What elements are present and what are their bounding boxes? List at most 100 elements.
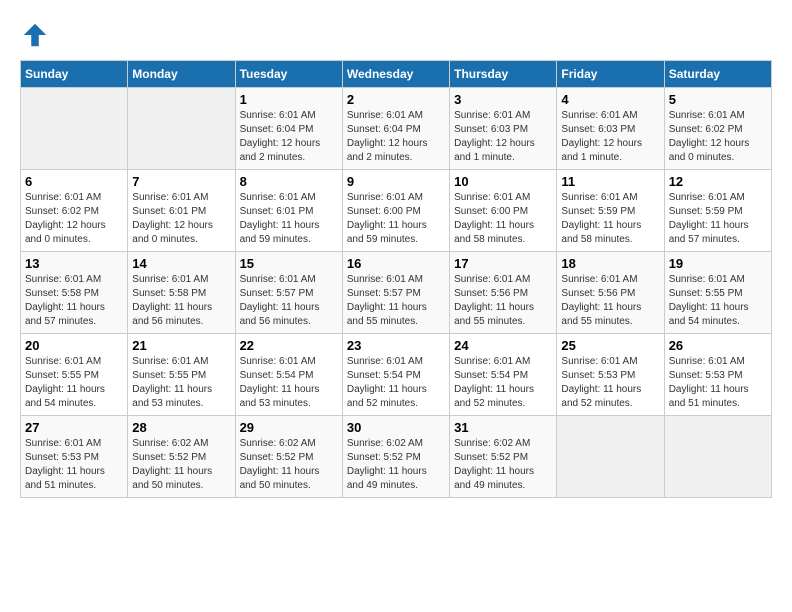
sunset: Sunset: 6:01 PM bbox=[132, 205, 230, 219]
sunrise: Sunrise: 6:01 AM bbox=[347, 191, 445, 205]
calendar-cell: 3 Sunrise: 6:01 AM Sunset: 6:03 PM Dayli… bbox=[450, 88, 557, 170]
day-number: 31 bbox=[454, 420, 552, 435]
sunset: Sunset: 5:56 PM bbox=[454, 287, 552, 301]
day-number: 30 bbox=[347, 420, 445, 435]
sunset: Sunset: 6:03 PM bbox=[454, 123, 552, 137]
day-info: Sunrise: 6:01 AM Sunset: 5:53 PM Dayligh… bbox=[561, 355, 659, 411]
sunset: Sunset: 6:03 PM bbox=[561, 123, 659, 137]
sunset: Sunset: 6:02 PM bbox=[25, 205, 123, 219]
day-info: Sunrise: 6:01 AM Sunset: 6:01 PM Dayligh… bbox=[240, 191, 338, 247]
day-number: 7 bbox=[132, 174, 230, 189]
sunrise: Sunrise: 6:01 AM bbox=[561, 273, 659, 287]
day-info: Sunrise: 6:01 AM Sunset: 5:53 PM Dayligh… bbox=[669, 355, 767, 411]
sunset: Sunset: 5:53 PM bbox=[561, 369, 659, 383]
sunset: Sunset: 6:00 PM bbox=[347, 205, 445, 219]
calendar-header: SundayMondayTuesdayWednesdayThursdayFrid… bbox=[21, 61, 772, 88]
day-info: Sunrise: 6:01 AM Sunset: 6:02 PM Dayligh… bbox=[669, 109, 767, 165]
sunrise: Sunrise: 6:02 AM bbox=[132, 437, 230, 451]
day-info: Sunrise: 6:01 AM Sunset: 6:03 PM Dayligh… bbox=[561, 109, 659, 165]
weekday-header: Tuesday bbox=[235, 61, 342, 88]
calendar-week: 1 Sunrise: 6:01 AM Sunset: 6:04 PM Dayli… bbox=[21, 88, 772, 170]
daylight: Daylight: 12 hours and 0 minutes. bbox=[132, 219, 230, 247]
sunset: Sunset: 5:57 PM bbox=[240, 287, 338, 301]
day-info: Sunrise: 6:01 AM Sunset: 5:55 PM Dayligh… bbox=[25, 355, 123, 411]
day-info: Sunrise: 6:01 AM Sunset: 6:04 PM Dayligh… bbox=[240, 109, 338, 165]
calendar-cell: 29 Sunrise: 6:02 AM Sunset: 5:52 PM Dayl… bbox=[235, 416, 342, 498]
sunset: Sunset: 5:55 PM bbox=[25, 369, 123, 383]
day-info: Sunrise: 6:02 AM Sunset: 5:52 PM Dayligh… bbox=[454, 437, 552, 493]
sunset: Sunset: 5:58 PM bbox=[132, 287, 230, 301]
daylight: Daylight: 12 hours and 2 minutes. bbox=[240, 137, 338, 165]
daylight: Daylight: 11 hours and 56 minutes. bbox=[132, 301, 230, 329]
sunset: Sunset: 5:52 PM bbox=[132, 451, 230, 465]
sunset: Sunset: 5:54 PM bbox=[347, 369, 445, 383]
sunset: Sunset: 5:57 PM bbox=[347, 287, 445, 301]
daylight: Daylight: 11 hours and 49 minutes. bbox=[454, 465, 552, 493]
day-number: 26 bbox=[669, 338, 767, 353]
sunset: Sunset: 5:55 PM bbox=[132, 369, 230, 383]
sunrise: Sunrise: 6:01 AM bbox=[347, 355, 445, 369]
daylight: Daylight: 11 hours and 56 minutes. bbox=[240, 301, 338, 329]
day-info: Sunrise: 6:01 AM Sunset: 5:58 PM Dayligh… bbox=[25, 273, 123, 329]
sunrise: Sunrise: 6:01 AM bbox=[454, 109, 552, 123]
logo-icon bbox=[20, 20, 50, 50]
daylight: Daylight: 11 hours and 50 minutes. bbox=[240, 465, 338, 493]
sunrise: Sunrise: 6:01 AM bbox=[132, 355, 230, 369]
sunset: Sunset: 5:58 PM bbox=[25, 287, 123, 301]
day-number: 25 bbox=[561, 338, 659, 353]
day-info: Sunrise: 6:02 AM Sunset: 5:52 PM Dayligh… bbox=[347, 437, 445, 493]
sunset: Sunset: 5:56 PM bbox=[561, 287, 659, 301]
daylight: Daylight: 11 hours and 57 minutes. bbox=[669, 219, 767, 247]
sunset: Sunset: 5:55 PM bbox=[669, 287, 767, 301]
sunrise: Sunrise: 6:01 AM bbox=[25, 191, 123, 205]
sunrise: Sunrise: 6:01 AM bbox=[454, 355, 552, 369]
calendar-cell: 1 Sunrise: 6:01 AM Sunset: 6:04 PM Dayli… bbox=[235, 88, 342, 170]
calendar-cell: 12 Sunrise: 6:01 AM Sunset: 5:59 PM Dayl… bbox=[664, 170, 771, 252]
sunrise: Sunrise: 6:01 AM bbox=[669, 109, 767, 123]
calendar-cell: 27 Sunrise: 6:01 AM Sunset: 5:53 PM Dayl… bbox=[21, 416, 128, 498]
daylight: Daylight: 12 hours and 0 minutes. bbox=[25, 219, 123, 247]
sunrise: Sunrise: 6:01 AM bbox=[669, 191, 767, 205]
day-number: 15 bbox=[240, 256, 338, 271]
calendar-body: 1 Sunrise: 6:01 AM Sunset: 6:04 PM Dayli… bbox=[21, 88, 772, 498]
calendar-cell bbox=[557, 416, 664, 498]
day-number: 4 bbox=[561, 92, 659, 107]
day-number: 21 bbox=[132, 338, 230, 353]
day-number: 9 bbox=[347, 174, 445, 189]
header-row: SundayMondayTuesdayWednesdayThursdayFrid… bbox=[21, 61, 772, 88]
daylight: Daylight: 11 hours and 54 minutes. bbox=[669, 301, 767, 329]
weekday-header: Thursday bbox=[450, 61, 557, 88]
calendar-week: 13 Sunrise: 6:01 AM Sunset: 5:58 PM Dayl… bbox=[21, 252, 772, 334]
calendar-cell: 19 Sunrise: 6:01 AM Sunset: 5:55 PM Dayl… bbox=[664, 252, 771, 334]
sunset: Sunset: 6:02 PM bbox=[669, 123, 767, 137]
sunset: Sunset: 6:04 PM bbox=[347, 123, 445, 137]
daylight: Daylight: 11 hours and 59 minutes. bbox=[240, 219, 338, 247]
calendar-cell: 15 Sunrise: 6:01 AM Sunset: 5:57 PM Dayl… bbox=[235, 252, 342, 334]
calendar-cell: 14 Sunrise: 6:01 AM Sunset: 5:58 PM Dayl… bbox=[128, 252, 235, 334]
day-info: Sunrise: 6:01 AM Sunset: 5:59 PM Dayligh… bbox=[669, 191, 767, 247]
weekday-header: Saturday bbox=[664, 61, 771, 88]
calendar-cell: 28 Sunrise: 6:02 AM Sunset: 5:52 PM Dayl… bbox=[128, 416, 235, 498]
daylight: Daylight: 11 hours and 52 minutes. bbox=[561, 383, 659, 411]
calendar-cell: 10 Sunrise: 6:01 AM Sunset: 6:00 PM Dayl… bbox=[450, 170, 557, 252]
daylight: Daylight: 11 hours and 52 minutes. bbox=[347, 383, 445, 411]
sunset: Sunset: 6:04 PM bbox=[240, 123, 338, 137]
calendar-cell: 13 Sunrise: 6:01 AM Sunset: 5:58 PM Dayl… bbox=[21, 252, 128, 334]
sunset: Sunset: 6:01 PM bbox=[240, 205, 338, 219]
calendar-cell: 24 Sunrise: 6:01 AM Sunset: 5:54 PM Dayl… bbox=[450, 334, 557, 416]
daylight: Daylight: 12 hours and 1 minute. bbox=[454, 137, 552, 165]
daylight: Daylight: 11 hours and 54 minutes. bbox=[25, 383, 123, 411]
daylight: Daylight: 11 hours and 50 minutes. bbox=[132, 465, 230, 493]
day-number: 10 bbox=[454, 174, 552, 189]
sunrise: Sunrise: 6:01 AM bbox=[454, 191, 552, 205]
daylight: Daylight: 11 hours and 57 minutes. bbox=[25, 301, 123, 329]
calendar-week: 27 Sunrise: 6:01 AM Sunset: 5:53 PM Dayl… bbox=[21, 416, 772, 498]
daylight: Daylight: 11 hours and 58 minutes. bbox=[454, 219, 552, 247]
day-number: 8 bbox=[240, 174, 338, 189]
daylight: Daylight: 11 hours and 49 minutes. bbox=[347, 465, 445, 493]
calendar-cell: 22 Sunrise: 6:01 AM Sunset: 5:54 PM Dayl… bbox=[235, 334, 342, 416]
sunrise: Sunrise: 6:02 AM bbox=[240, 437, 338, 451]
sunrise: Sunrise: 6:01 AM bbox=[454, 273, 552, 287]
day-info: Sunrise: 6:01 AM Sunset: 5:56 PM Dayligh… bbox=[454, 273, 552, 329]
sunrise: Sunrise: 6:01 AM bbox=[669, 273, 767, 287]
